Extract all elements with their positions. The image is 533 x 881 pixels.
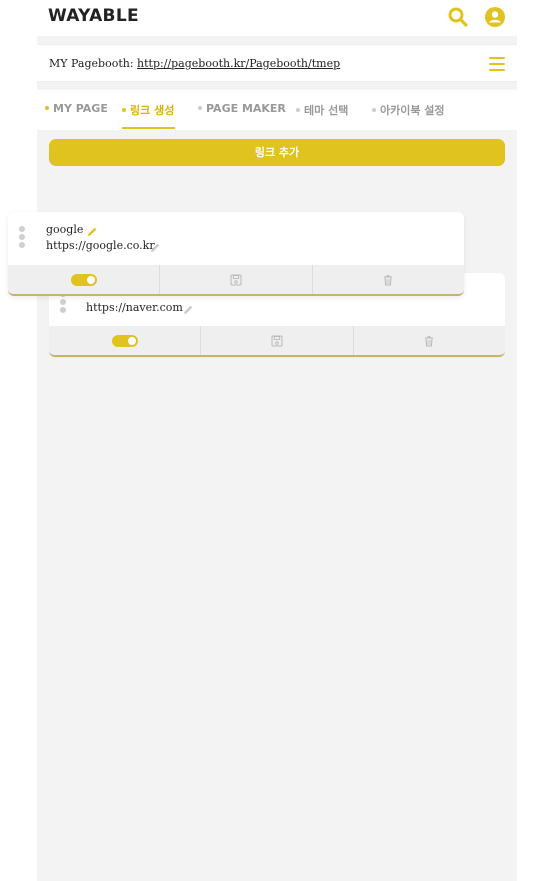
pagebooth-url-bar: MY Pagebooth: http://pagebooth.kr/Pagebo… xyxy=(37,44,517,82)
add-link-button[interactable]: 링크 추가 xyxy=(49,139,505,166)
tab-theme-select[interactable]: 테마 선택 xyxy=(296,102,348,118)
toggle-switch[interactable] xyxy=(111,334,138,347)
save-icon xyxy=(271,335,283,346)
tab-my-page[interactable]: MY PAGE xyxy=(45,102,108,115)
hamburger-icon[interactable] xyxy=(489,57,505,71)
save-icon xyxy=(230,274,242,285)
toggle-cell[interactable] xyxy=(8,265,161,294)
save-cell[interactable] xyxy=(201,326,354,355)
divider xyxy=(37,36,517,44)
search-icon[interactable] xyxy=(447,6,469,28)
url-prefix: MY Pagebooth: xyxy=(49,57,138,70)
edit-url-pencil-icon[interactable] xyxy=(149,239,161,252)
toggle-switch[interactable] xyxy=(70,273,97,286)
bullet-icon xyxy=(45,106,49,110)
tab-label: MY PAGE xyxy=(53,102,108,115)
drag-handle-icon[interactable] xyxy=(19,226,25,250)
top-bar: WAYABLE xyxy=(0,0,533,36)
divider xyxy=(37,82,517,90)
pagebooth-url-link[interactable]: http://pagebooth.kr/Pagebooth/tmep xyxy=(137,57,340,70)
bullet-icon xyxy=(296,108,300,112)
bullet-icon xyxy=(122,108,126,112)
link-card-actions xyxy=(8,265,464,296)
nav-tabs: MY PAGE 링크 생성 PAGE MAKER 테마 선택 아카이북 설정 xyxy=(37,90,517,130)
edit-url-pencil-icon[interactable] xyxy=(182,301,194,314)
save-cell[interactable] xyxy=(160,265,313,294)
edit-title-pencil-icon[interactable] xyxy=(86,223,98,236)
delete-cell[interactable] xyxy=(354,326,505,355)
delete-cell[interactable] xyxy=(313,265,464,294)
bullet-icon xyxy=(198,106,202,110)
tab-label: PAGE MAKER xyxy=(206,102,286,115)
tab-label: 링크 생성 xyxy=(130,104,175,117)
bullet-icon xyxy=(372,108,376,112)
wayable-logo[interactable]: WAYABLE xyxy=(48,6,139,26)
tab-label: 테마 선택 xyxy=(304,104,349,117)
link-url: https://google.co.kr xyxy=(46,239,155,252)
user-icon[interactable] xyxy=(484,6,506,28)
link-title: google xyxy=(46,223,84,236)
pagebooth-url-label: MY Pagebooth: http://pagebooth.kr/Pagebo… xyxy=(49,57,340,70)
tab-create-link[interactable]: 링크 생성 xyxy=(122,102,174,118)
tab-archive-settings[interactable]: 아카이북 설정 xyxy=(372,102,445,118)
link-url: https://naver.com xyxy=(86,301,183,314)
toggle-cell[interactable] xyxy=(49,326,202,355)
trash-icon xyxy=(384,274,393,285)
tab-page-maker[interactable]: PAGE MAKER xyxy=(198,102,286,115)
tab-label: 아카이북 설정 xyxy=(380,104,445,117)
active-tab-indicator xyxy=(122,127,175,129)
trash-icon xyxy=(425,335,434,346)
link-card-dragging: google https://google.co.kr xyxy=(8,212,464,296)
link-card-actions xyxy=(49,326,505,357)
